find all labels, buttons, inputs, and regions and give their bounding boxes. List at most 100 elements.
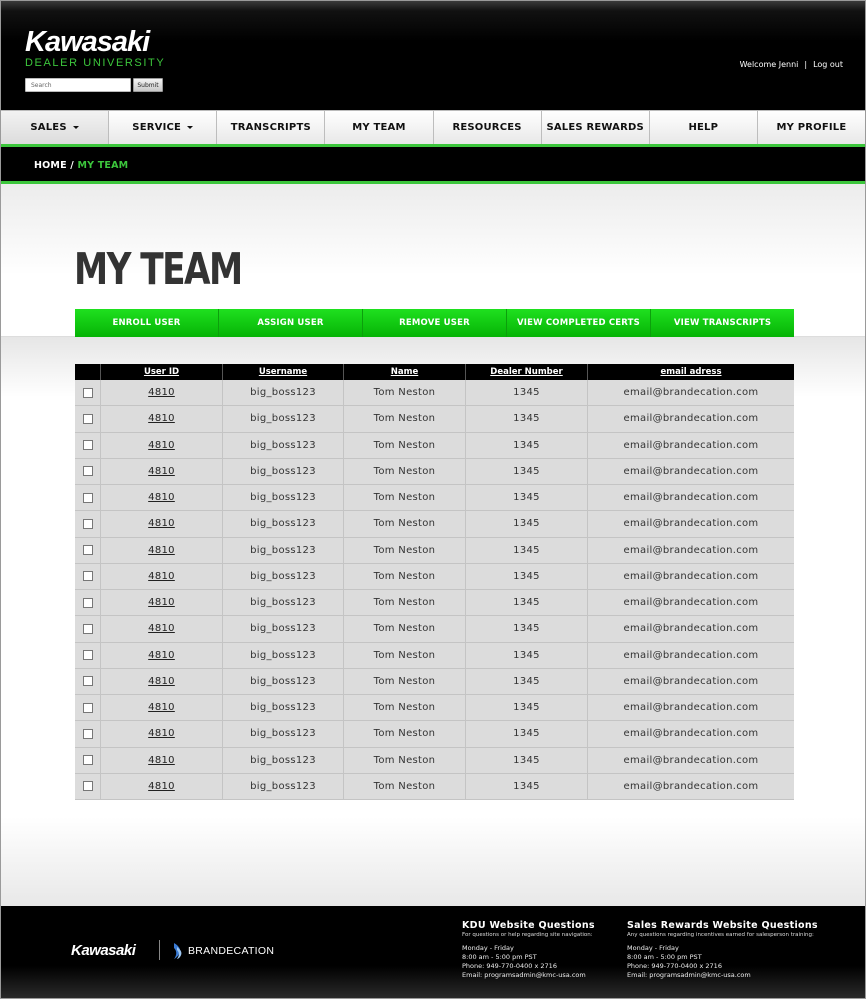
cell-user-id: 4810 bbox=[101, 616, 223, 642]
remove-user-button[interactable]: REMOVE USER bbox=[363, 309, 507, 337]
user-id-link[interactable]: 4810 bbox=[148, 755, 175, 766]
table-row: 4810 big_boss123 Tom Neston 1345 email@brand… bbox=[75, 458, 794, 485]
cell-user-id: 4810 bbox=[101, 380, 223, 406]
row-checkbox[interactable] bbox=[82, 413, 93, 424]
search-input[interactable] bbox=[25, 78, 131, 92]
cell-user-id: 4810 bbox=[101, 695, 223, 721]
search-submit-button[interactable]: Submit bbox=[133, 78, 163, 92]
rewards-phone: Phone: 949-770-0400 x 2716 bbox=[627, 962, 722, 970]
cell-email: email@brandecation.com bbox=[623, 675, 759, 687]
user-id-link[interactable]: 4810 bbox=[148, 492, 175, 503]
kawasaki-logo[interactable]: Kawasaki DEALER UNIVERSITY bbox=[25, 27, 165, 69]
nav-item-sales[interactable]: SALES bbox=[1, 111, 110, 144]
footer-brandecation-logo[interactable]: BRANDECATION bbox=[172, 942, 274, 960]
row-checkbox[interactable] bbox=[82, 466, 93, 477]
row-checkbox[interactable] bbox=[82, 728, 93, 739]
nav-item-my-profile[interactable]: MY PROFILE bbox=[758, 111, 865, 144]
cell-name: Tom Neston bbox=[344, 458, 466, 484]
header-dealer-number[interactable]: Dealer Number bbox=[466, 364, 588, 380]
row-checkbox[interactable] bbox=[82, 623, 93, 634]
row-select-cell bbox=[75, 668, 101, 694]
row-checkbox[interactable] bbox=[82, 492, 93, 503]
cell-name: Tom Neston bbox=[344, 432, 466, 458]
user-id-link[interactable]: 4810 bbox=[148, 597, 175, 608]
nav-item-sales-rewards[interactable]: SALES REWARDS bbox=[542, 111, 650, 144]
page-frame: Kawasaki DEALER UNIVERSITY Submit Welcom… bbox=[0, 0, 866, 999]
table-row: 4810 big_boss123 Tom Neston 1345 email@brand… bbox=[75, 773, 794, 800]
row-checkbox[interactable] bbox=[82, 702, 93, 713]
rewards-hours-time: 8:00 am - 5:00 pm PST bbox=[627, 953, 702, 961]
user-id-link[interactable]: 4810 bbox=[148, 545, 175, 556]
row-checkbox[interactable] bbox=[82, 545, 93, 556]
user-id-link[interactable]: 4810 bbox=[148, 413, 175, 424]
breadcrumb-home-link[interactable]: HOME bbox=[34, 160, 67, 171]
cell-username: big_boss123 bbox=[223, 485, 344, 511]
row-checkbox[interactable] bbox=[82, 781, 93, 792]
row-select-cell bbox=[75, 773, 101, 799]
user-id-link[interactable]: 4810 bbox=[148, 440, 175, 451]
cell-email: email@brandecation.com bbox=[623, 439, 759, 451]
kdu-email[interactable]: Email: programsadmin@kmc-usa.com bbox=[462, 971, 595, 980]
header-username[interactable]: Username bbox=[223, 364, 344, 380]
team-table: User ID Username Name Dealer Number emai… bbox=[75, 364, 794, 800]
row-select-cell bbox=[75, 721, 101, 747]
row-select-cell bbox=[75, 747, 101, 773]
nav-item-label: HELP bbox=[688, 122, 719, 133]
row-checkbox[interactable] bbox=[82, 518, 93, 529]
table-row: 4810 big_boss123 Tom Neston 1345 email@brand… bbox=[75, 537, 794, 564]
user-id-link[interactable]: 4810 bbox=[148, 676, 175, 687]
nav-item-transcripts[interactable]: TRANSCRIPTS bbox=[217, 111, 326, 144]
header-name[interactable]: Name bbox=[344, 364, 466, 380]
cell-username: big_boss123 bbox=[223, 721, 344, 747]
row-checkbox[interactable] bbox=[82, 387, 93, 398]
user-id-link[interactable]: 4810 bbox=[148, 571, 175, 582]
cell-email: email@brandecation.com bbox=[623, 728, 759, 740]
row-select-cell bbox=[75, 642, 101, 668]
nav-item-service[interactable]: SERVICE bbox=[109, 111, 218, 144]
header-user-id[interactable]: User ID bbox=[101, 364, 223, 380]
user-id-link[interactable]: 4810 bbox=[148, 650, 175, 661]
cell-user-id: 4810 bbox=[101, 721, 223, 747]
user-id-link[interactable]: 4810 bbox=[148, 623, 175, 634]
table-row: 4810 big_boss123 Tom Neston 1345 email@brand… bbox=[75, 563, 794, 590]
rewards-hours-days: Monday - Friday bbox=[627, 944, 679, 952]
logout-link[interactable]: Log out bbox=[813, 60, 843, 69]
user-id-link[interactable]: 4810 bbox=[148, 387, 175, 398]
row-checkbox[interactable] bbox=[82, 676, 93, 687]
row-checkbox[interactable] bbox=[82, 440, 93, 451]
user-id-link[interactable]: 4810 bbox=[148, 728, 175, 739]
cell-user-id: 4810 bbox=[101, 406, 223, 432]
brandecation-flame-icon bbox=[174, 943, 182, 959]
enroll-user-button[interactable]: ENROLL USER bbox=[75, 309, 219, 337]
page-title: MY TEAM bbox=[74, 244, 243, 295]
row-checkbox[interactable] bbox=[82, 571, 93, 582]
search-form: Submit bbox=[25, 78, 163, 92]
user-id-link[interactable]: 4810 bbox=[148, 781, 175, 792]
view-transcripts-button[interactable]: VIEW TRANSCRIPTS bbox=[651, 309, 794, 337]
cell-username: big_boss123 bbox=[223, 406, 344, 432]
row-checkbox[interactable] bbox=[82, 650, 93, 661]
nav-item-my-team[interactable]: MY TEAM bbox=[325, 111, 434, 144]
cell-name: Tom Neston bbox=[344, 721, 466, 747]
footer-kawasaki-logo[interactable]: Kawasaki bbox=[71, 942, 136, 959]
table-header: User ID Username Name Dealer Number emai… bbox=[75, 364, 794, 380]
cell-user-id: 4810 bbox=[101, 642, 223, 668]
user-id-link[interactable]: 4810 bbox=[148, 702, 175, 713]
user-id-link[interactable]: 4810 bbox=[148, 518, 175, 529]
rewards-questions: Sales Rewards Website Questions Any ques… bbox=[627, 920, 818, 980]
cell-username: big_boss123 bbox=[223, 668, 344, 694]
cell-dealer-number: 1345 bbox=[466, 590, 588, 616]
cell-user-id: 4810 bbox=[101, 537, 223, 563]
assign-user-button[interactable]: ASSIGN USER bbox=[219, 309, 363, 337]
user-id-link[interactable]: 4810 bbox=[148, 466, 175, 477]
header-email[interactable]: email adress bbox=[588, 364, 794, 380]
nav-item-label: TRANSCRIPTS bbox=[230, 122, 311, 133]
row-checkbox[interactable] bbox=[82, 755, 93, 766]
nav-item-resources[interactable]: RESOURCES bbox=[434, 111, 542, 144]
rewards-questions-title: Sales Rewards Website Questions bbox=[627, 920, 818, 931]
row-checkbox[interactable] bbox=[82, 597, 93, 608]
cell-dealer-number: 1345 bbox=[466, 642, 588, 668]
view-completed-certs-button[interactable]: VIEW COMPLETED CERTS bbox=[507, 309, 651, 337]
rewards-email[interactable]: Email: programsadmin@kmc-usa.com bbox=[627, 971, 818, 980]
nav-item-help[interactable]: HELP bbox=[650, 111, 758, 144]
